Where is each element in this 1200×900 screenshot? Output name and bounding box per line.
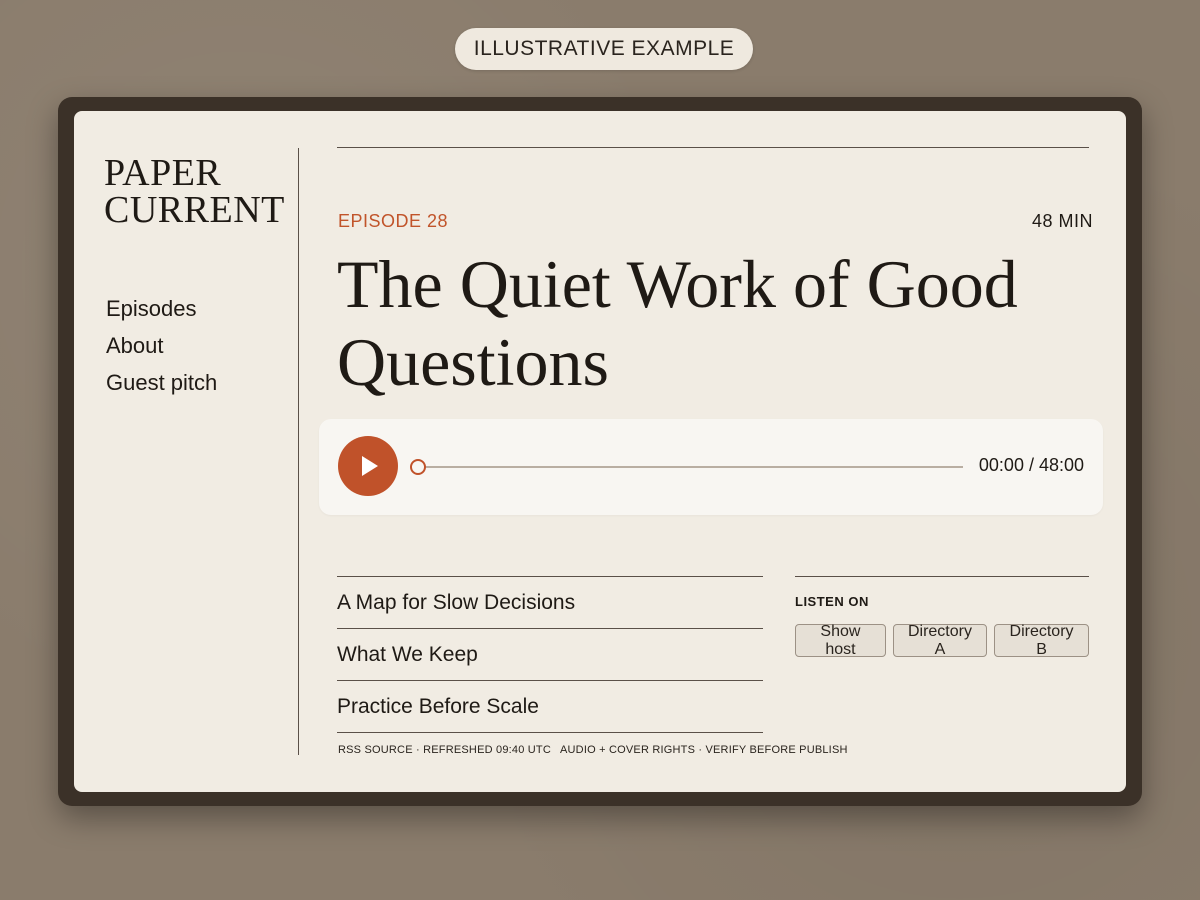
episode-title: The Quiet Work of Good Questions (337, 246, 1018, 400)
illustrative-example-badge: ILLUSTRATIVE EXAMPLE (455, 28, 753, 70)
episode-number: EPISODE 28 (338, 211, 449, 231)
show-host-button[interactable]: Show host (795, 623, 886, 658)
episode-list: A Map for Slow Decisions What We Keep Pr… (337, 576, 763, 733)
playback-time: 00:00 / 48:00 (978, 455, 1084, 475)
directory-b-button[interactable]: Directory B (994, 623, 1089, 658)
app-screen: PAPER CURRENT Episodes About Guest pitch… (74, 111, 1126, 792)
sidebar-nav: Episodes About Guest pitch (106, 294, 217, 405)
brand-logo-line-1: PAPER (104, 152, 222, 194)
progress-scrubber[interactable] (410, 459, 426, 475)
nav-item-episodes[interactable]: Episodes (106, 294, 217, 331)
listen-on-heading: LISTEN ON (795, 594, 869, 609)
progress-track[interactable] (418, 466, 963, 468)
episode-list-item[interactable]: Practice Before Scale (337, 681, 763, 733)
directory-a-button[interactable]: Directory A (892, 623, 988, 658)
listen-on-chips: Show host Directory A Directory B (795, 623, 1089, 658)
episode-list-item[interactable]: What We Keep (337, 629, 763, 681)
audio-player: 00:00 / 48:00 (319, 419, 1103, 515)
brand-logo-line-2: CURRENT (104, 189, 285, 231)
nav-item-guest-pitch[interactable]: Guest pitch (106, 368, 217, 405)
play-icon (362, 456, 378, 476)
brand-logo[interactable]: PAPER CURRENT (104, 152, 285, 231)
listen-on-panel: LISTEN ON Show host Directory A Director… (795, 576, 1089, 658)
rss-source-note: RSS SOURCE · REFRESHED 09:40 UTC (338, 744, 551, 756)
rights-note: AUDIO + COVER RIGHTS · VERIFY BEFORE PUB… (560, 744, 848, 756)
play-button[interactable] (338, 436, 398, 496)
episode-list-item[interactable]: A Map for Slow Decisions (337, 577, 763, 629)
sidebar-divider (298, 148, 299, 755)
episode-duration: 48 MIN (1031, 211, 1093, 231)
header-rule (337, 147, 1089, 148)
nav-item-about[interactable]: About (106, 331, 217, 368)
